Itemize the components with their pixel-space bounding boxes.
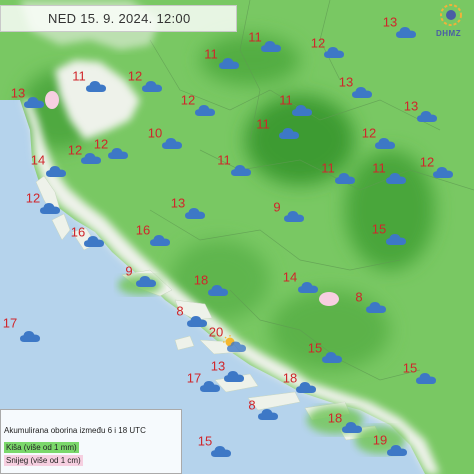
temperature-label: 8 <box>355 289 363 305</box>
temperature-label: 8 <box>176 303 184 319</box>
cloud-icon <box>385 232 407 246</box>
logo-text: DHMZ <box>436 29 462 38</box>
legend-rain: Kiša (više od 1 mm) <box>4 442 79 453</box>
cloud-icon <box>210 444 232 458</box>
cloud-icon <box>260 39 282 53</box>
legend-title: Akumulirana oborina između 6 i 18 UTC <box>4 426 146 435</box>
date-time-banner: NED 15. 9. 2024. 12:00 <box>0 5 237 32</box>
cloud-icon <box>135 274 157 288</box>
date-time-text: NED 15. 9. 2024. 12:00 <box>48 11 191 26</box>
cloud-icon <box>80 151 102 165</box>
snow-patch-south <box>319 292 339 306</box>
temperature-label: 11 <box>321 160 335 176</box>
cloud-icon <box>107 146 129 160</box>
cloud-icon <box>385 171 407 185</box>
temperature-label: 11 <box>217 152 231 168</box>
sun-cloud-icon <box>223 335 246 352</box>
cloud-icon <box>415 371 437 385</box>
cloud-icon <box>323 45 345 59</box>
cloud-icon <box>85 79 107 93</box>
temperature-label: 11 <box>72 68 86 84</box>
cloud-icon <box>161 136 183 150</box>
cloud-icon <box>295 380 317 394</box>
cloud-icon <box>257 407 279 421</box>
cloud-icon <box>19 329 41 343</box>
cloud-icon <box>186 314 208 328</box>
cloud-icon <box>184 206 206 220</box>
cloud-icon <box>416 109 438 123</box>
cloud-icon <box>374 136 396 150</box>
temperature-label: 11 <box>204 46 218 62</box>
cloud-icon <box>341 420 363 434</box>
cloud-icon <box>207 283 229 297</box>
cloud-icon <box>45 164 67 178</box>
cloud-icon <box>149 233 171 247</box>
cloud-icon <box>141 79 163 93</box>
cloud-icon <box>194 103 216 117</box>
cloud-icon <box>39 201 61 215</box>
legend-snow: Snijeg (više od 1 cm) <box>4 455 83 466</box>
cloud-icon <box>223 369 245 383</box>
snow-patch-north <box>45 91 59 109</box>
cloud-icon <box>321 350 343 364</box>
cloud-icon <box>334 171 356 185</box>
cloud-icon <box>283 209 305 223</box>
cloud-icon <box>432 165 454 179</box>
map-legend: Akumulirana oborina između 6 i 18 UTC Ki… <box>0 409 182 474</box>
cloud-icon <box>218 56 240 70</box>
cloud-icon <box>199 379 221 393</box>
temperature-label: 17 <box>2 315 18 331</box>
temperature-label: 11 <box>372 160 386 176</box>
cloud-icon <box>351 85 373 99</box>
cloud-icon <box>395 25 417 39</box>
cloud-icon <box>386 443 408 457</box>
dhmz-logo: DHMZ <box>436 4 470 40</box>
temperature-label: 9 <box>273 199 281 215</box>
cloud-icon <box>291 103 313 117</box>
cloud-icon <box>23 95 45 109</box>
temperature-label: 11 <box>256 116 270 132</box>
cloud-icon <box>278 126 300 140</box>
temperature-label: 8 <box>248 397 256 413</box>
temperature-label: 14 <box>282 269 298 285</box>
cloud-icon <box>83 234 105 248</box>
dhmz-logo-icon <box>440 4 462 26</box>
temperature-label: 20 <box>208 324 224 340</box>
cloud-icon <box>297 280 319 294</box>
cloud-icon <box>365 300 387 314</box>
cloud-icon <box>230 163 252 177</box>
temperature-label: 14 <box>30 152 46 168</box>
temperature-label: 9 <box>125 263 133 279</box>
